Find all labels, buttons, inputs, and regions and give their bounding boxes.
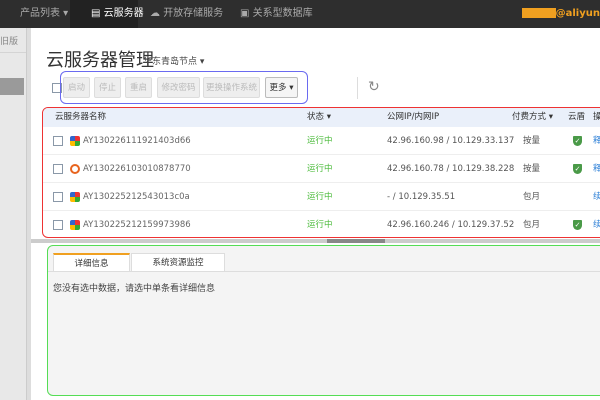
- table-header: 云服务器名称 状态 ▾ 公网IP/内网IP 付费方式 ▾ 云盾 操: [43, 108, 600, 127]
- region-selector[interactable]: 华东青岛节点 ▾: [143, 54, 204, 67]
- shield-check-icon: ✓: [573, 220, 582, 230]
- table-row[interactable]: AY130225212159973986 运行中 42.96.160.246 /…: [43, 211, 600, 237]
- stop-button[interactable]: 停止: [94, 77, 121, 98]
- col-status[interactable]: 状态 ▾: [307, 108, 331, 127]
- billing-type: 包月: [523, 220, 541, 230]
- windows-os-icon: [70, 219, 80, 230]
- user-account[interactable]: @aliyun: [521, 0, 600, 28]
- col-name[interactable]: 云服务器名称: [55, 108, 106, 127]
- cloud-icon: ☁: [150, 8, 164, 19]
- shield-check-icon: ✓: [573, 164, 582, 174]
- status-badge: 运行中: [307, 164, 333, 174]
- refresh-icon[interactable]: ↻: [368, 79, 380, 95]
- server-name[interactable]: AY130226111921403d66: [83, 136, 191, 146]
- nav-tab-oss[interactable]: ☁ 开放存储服务: [150, 0, 223, 28]
- row-checkbox[interactable]: [53, 136, 63, 146]
- tab-resource-monitor[interactable]: 系统资源监控: [131, 253, 225, 271]
- col-shield: 云盾: [568, 112, 586, 122]
- row-action-link[interactable]: 释: [593, 127, 600, 155]
- row-action-link[interactable]: 释: [593, 155, 600, 183]
- status-badge: 运行中: [307, 136, 333, 146]
- nav-tab-label: 云服务器: [103, 8, 144, 19]
- sidebar-selected-item[interactable]: [0, 78, 24, 95]
- nav-tab-rds[interactable]: ▣ 关系型数据库: [240, 0, 313, 28]
- server-table: 云服务器名称 状态 ▾ 公网IP/内网IP 付费方式 ▾ 云盾 操 AY1302…: [42, 107, 600, 238]
- ip-address: 42.96.160.78 / 10.129.38.228: [387, 164, 515, 174]
- sidebar: 旧版: [0, 28, 27, 400]
- database-icon: ▣: [240, 8, 253, 19]
- col-actions: 操: [593, 108, 600, 127]
- col-ip: 公网IP/内网IP: [387, 112, 440, 122]
- server-name[interactable]: AY130225212543013c0a: [83, 192, 190, 202]
- change-password-button[interactable]: 修改密码: [157, 77, 200, 98]
- page-title: 云服务器管理: [46, 50, 154, 71]
- table-row[interactable]: AY130225212543013c0a 运行中 - / 10.129.35.5…: [43, 183, 600, 211]
- windows-os-icon: [70, 191, 80, 202]
- ip-address: 42.96.160.98 / 10.129.33.137: [387, 136, 515, 146]
- old-version-link[interactable]: 旧版: [0, 34, 18, 47]
- divider: [48, 271, 600, 272]
- billing-type: 按量: [523, 136, 541, 146]
- row-action-link[interactable]: 续: [593, 183, 600, 211]
- ubuntu-os-icon: [70, 163, 80, 174]
- change-os-button[interactable]: 更换操作系统: [203, 77, 260, 98]
- empty-selection-message: 您没有选中数据，请选中单条看详细信息: [53, 284, 216, 294]
- table-row[interactable]: AY130226103010878770 运行中 42.96.160.78 / …: [43, 155, 600, 183]
- nav-tab-label: 关系型数据库: [252, 8, 313, 19]
- tab-details[interactable]: 详细信息: [53, 253, 130, 271]
- table-row[interactable]: AY130226111921403d66 运行中 42.96.160.98 / …: [43, 127, 600, 155]
- sidebar-scrollbar[interactable]: [27, 28, 31, 400]
- panel-splitter[interactable]: [31, 239, 600, 243]
- windows-os-icon: [70, 135, 80, 146]
- server-icon: ▤: [91, 8, 104, 19]
- top-navigation: 产品列表 ▾ ▤ 云服务器 ☁ 开放存储服务 ▣ 关系型数据库 @aliyun: [0, 0, 600, 28]
- more-button[interactable]: 更多 ▾: [265, 77, 298, 98]
- ip-address: - / 10.129.35.51: [387, 192, 456, 202]
- product-list-menu[interactable]: 产品列表 ▾: [20, 0, 68, 28]
- status-badge: 运行中: [307, 220, 333, 230]
- nav-tab-ecs[interactable]: ▤ 云服务器: [70, 0, 144, 28]
- row-action-link[interactable]: 续: [593, 211, 600, 237]
- billing-type: 包月: [523, 192, 541, 202]
- restart-button[interactable]: 重启: [125, 77, 152, 98]
- server-name[interactable]: AY130225212159973986: [83, 220, 191, 230]
- status-badge: 运行中: [307, 192, 333, 202]
- splitter-handle[interactable]: [327, 239, 385, 243]
- row-checkbox[interactable]: [53, 164, 63, 174]
- server-name[interactable]: AY130226103010878770: [83, 164, 191, 174]
- redacted-username: [521, 8, 556, 18]
- shield-check-icon: ✓: [573, 136, 582, 146]
- detail-panel: 详细信息 系统资源监控 您没有选中数据，请选中单条看详细信息: [47, 245, 600, 396]
- user-domain: @aliyun: [555, 8, 600, 19]
- billing-type: 按量: [523, 164, 541, 174]
- divider: [357, 77, 358, 99]
- start-button[interactable]: 启动: [63, 77, 90, 98]
- col-billing[interactable]: 付费方式 ▾: [512, 108, 553, 127]
- divider: [0, 52, 26, 53]
- ip-address: 42.96.160.246 / 10.129.37.52: [387, 220, 515, 230]
- row-checkbox[interactable]: [53, 220, 63, 230]
- nav-tab-label: 开放存储服务: [163, 8, 224, 19]
- row-checkbox[interactable]: [53, 192, 63, 202]
